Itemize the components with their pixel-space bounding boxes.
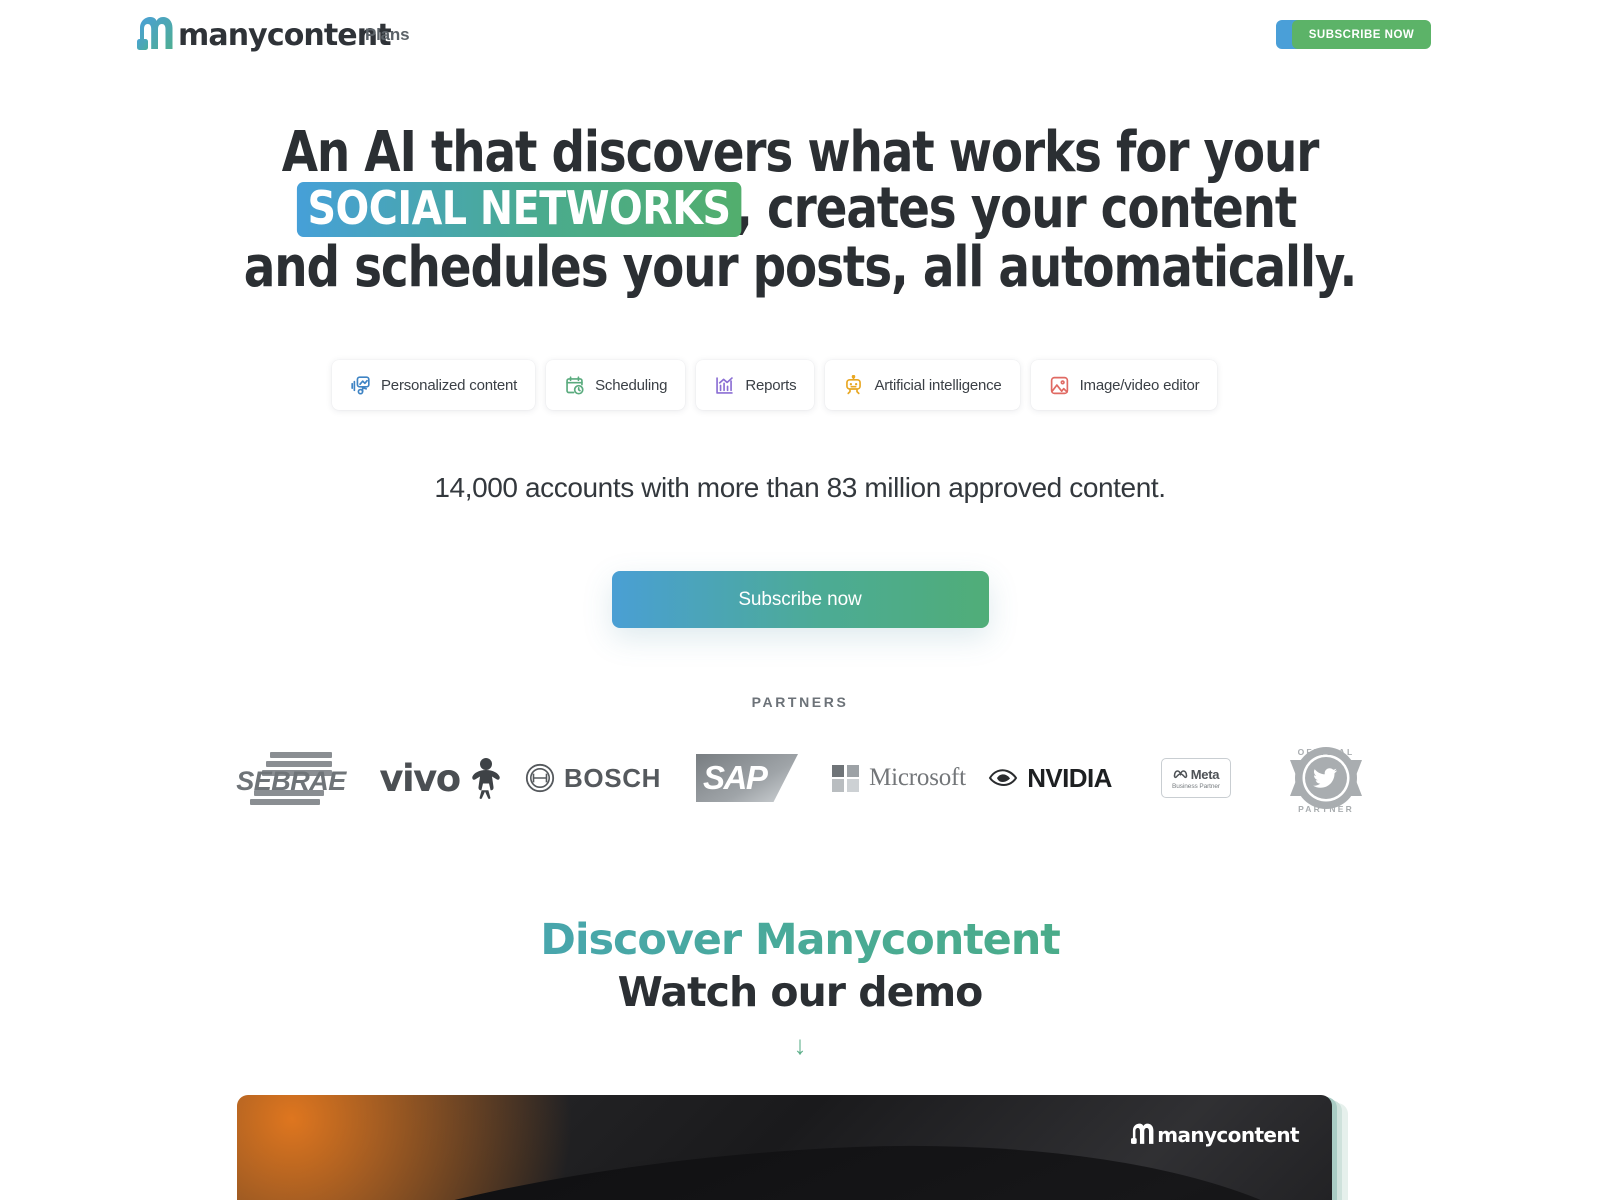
microsoft-wordmark: Microsoft [869, 764, 966, 791]
meta-wordmark: Meta [1190, 766, 1220, 782]
feature-pill-image-video-editor[interactable]: Image/video editor [1030, 360, 1218, 410]
video-brand-logo: manycontent [1131, 1123, 1300, 1147]
partner-logo-bosch: BOSCH [515, 763, 671, 794]
partner-logo-sap: SAP [671, 754, 823, 802]
vivo-wordmark: vivo [379, 756, 461, 800]
partners-logo-row: SEBRAE vivo BOSCH SAP Microsoft NVIDIA M… [0, 738, 1600, 818]
headline-line-2-rest: , creates your content [735, 176, 1297, 241]
vivo-logo-icon: vivo [379, 757, 502, 800]
bosch-logo-icon: BOSCH [525, 763, 661, 794]
feature-pill-artificial-intelligence[interactable]: Artificial intelligence [825, 360, 1020, 410]
microsoft-squares-icon [832, 764, 860, 792]
vivo-figure-icon [471, 758, 500, 799]
hero-section: An AI that discovers what works for your… [0, 125, 1600, 296]
sebrae-wordmark: SEBRAE [236, 766, 346, 796]
manycontent-m-logo-icon [137, 16, 175, 50]
nvidia-logo-icon: NVIDIA [988, 763, 1112, 794]
bosch-armature-icon [525, 763, 555, 793]
nvidia-wordmark: NVIDIA [1027, 762, 1112, 793]
headline-line-3: and schedules your posts, all automatica… [243, 235, 1358, 300]
image-editor-icon [1049, 375, 1070, 396]
nvidia-eye-icon [989, 769, 1018, 787]
svg-text:OFFICIAL: OFFICIAL [1298, 747, 1355, 757]
cta-container: Subscribe now [0, 571, 1600, 628]
partner-logo-sebrae: SEBRAE [215, 750, 367, 806]
scroll-down-arrow-icon: ↓ [793, 1030, 807, 1060]
bosch-wordmark: BOSCH [564, 762, 661, 793]
feature-pill-scheduling[interactable]: Scheduling [546, 360, 686, 410]
partner-logo-nvidia: NVIDIA [975, 763, 1125, 794]
brand-logo[interactable]: manycontent [137, 16, 392, 53]
video-brand-name: manycontent [1157, 1123, 1299, 1147]
discover-section: Discover Manycontent Watch our demo [0, 915, 1600, 1017]
discover-title: Discover Manycontent [0, 915, 1600, 965]
partners-heading: PARTNERS [751, 694, 849, 710]
nav-item-plans[interactable]: Plans [365, 25, 410, 45]
discover-subtitle: Watch our demo [617, 968, 984, 1016]
demo-video-thumbnail[interactable]: manycontent Assista a Demonstração [237, 1095, 1332, 1200]
sap-logo-icon: SAP [696, 754, 798, 802]
meta-business-partner-badge-icon: Meta Business Partner [1161, 758, 1231, 798]
feature-pill-label: Image/video editor [1079, 376, 1200, 394]
microsoft-logo-icon: Microsoft [832, 764, 966, 792]
personalized-content-icon [350, 375, 371, 396]
meta-infinity-icon [1173, 770, 1188, 779]
twitter-official-partner-badge-icon: OFFICIAL PARTNER [1276, 738, 1376, 818]
headline-line-2: SOCIAL NETWORKS, creates your content [56, 181, 1544, 240]
brand-name: manycontent [178, 18, 392, 53]
partner-logo-vivo: vivo [367, 757, 515, 800]
feature-pill-label: Reports [745, 376, 797, 394]
robot-icon [843, 374, 864, 396]
subscribe-now-cta-button[interactable]: Subscribe now [611, 571, 989, 628]
feature-pill-list: Personalized content Scheduling Reports [332, 360, 1218, 410]
partner-logo-twitter-official: OFFICIAL PARTNER [1267, 738, 1385, 818]
feature-pill-label: Scheduling [595, 376, 668, 394]
meta-badge-subtitle: Business Partner [1172, 782, 1220, 790]
sap-wordmark: SAP [703, 759, 768, 796]
feature-pill-personalized-content[interactable]: Personalized content [332, 360, 536, 410]
partner-logo-meta: Meta Business Partner [1125, 758, 1267, 798]
feature-pill-reports[interactable]: Reports [696, 360, 815, 410]
demo-video-stack: manycontent Assista a Demonstração [237, 1095, 1348, 1200]
chart-report-icon [714, 375, 735, 396]
feature-pill-label: Personalized content [381, 376, 518, 394]
subscribe-now-header-button[interactable]: SUBSCRIBE NOW [1292, 20, 1431, 49]
svg-text:PARTNER: PARTNER [1298, 804, 1354, 814]
partner-logo-microsoft: Microsoft [823, 764, 975, 792]
sebrae-logo-icon: SEBRAE [236, 750, 346, 806]
feature-pill-label: Artificial intelligence [874, 376, 1002, 394]
manycontent-m-logo-white-icon [1131, 1123, 1155, 1145]
page-title: An AI that discovers what works for your… [56, 125, 1544, 296]
calendar-clock-icon [564, 375, 585, 396]
site-header: manycontent Plans LOGIN SUBSCRIBE NOW [0, 0, 1600, 70]
headline-highlight: SOCIAL NETWORKS [297, 182, 742, 237]
accounts-stat-text: 14,000 accounts with more than 83 millio… [434, 472, 1166, 503]
headline-line-1: An AI that discovers what works for your [281, 120, 1320, 185]
